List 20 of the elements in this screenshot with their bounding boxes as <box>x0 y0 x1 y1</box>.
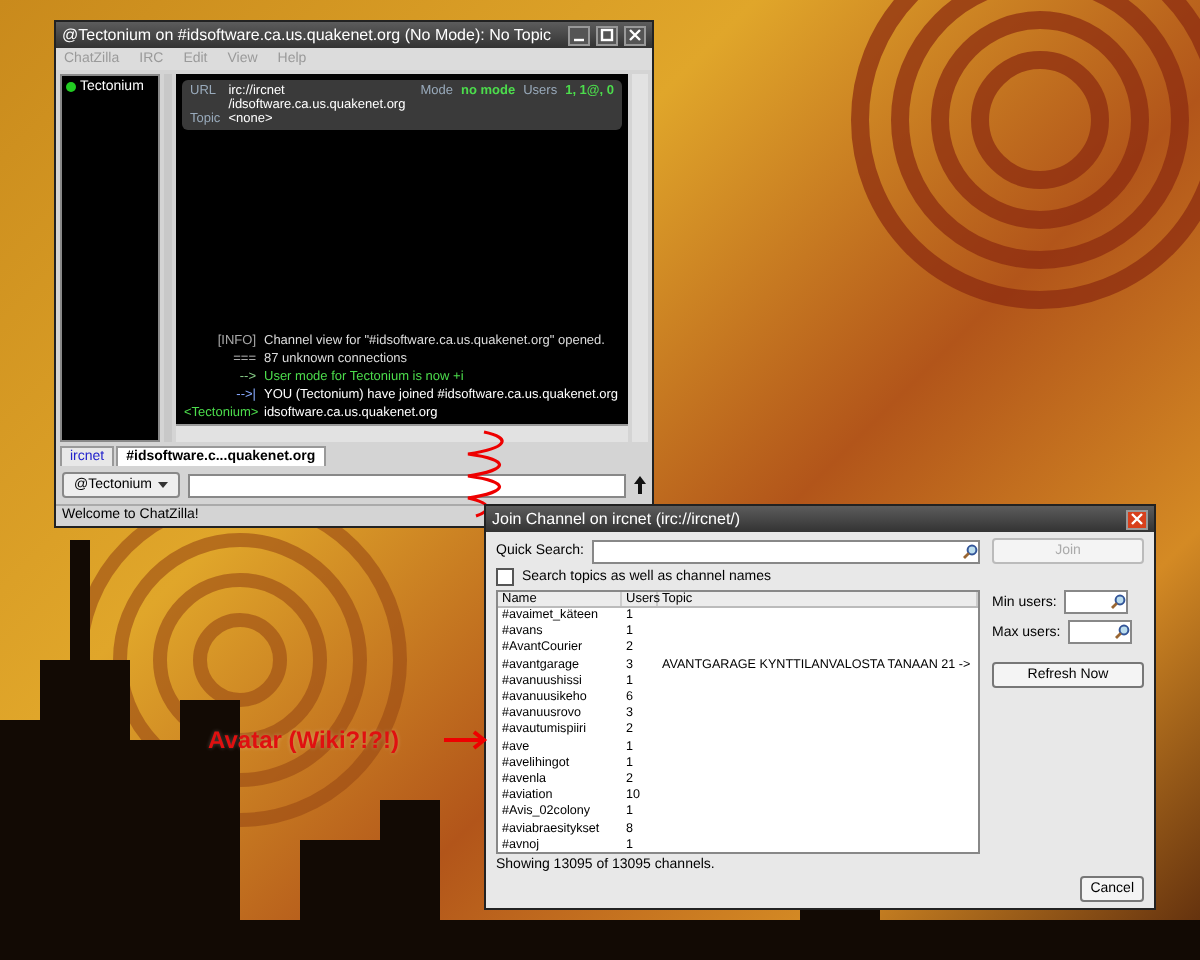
checkbox[interactable] <box>496 568 514 586</box>
max-users-field[interactable] <box>1068 620 1133 644</box>
min-users-field[interactable] <box>1064 590 1129 614</box>
minimize-button[interactable] <box>568 25 590 45</box>
arrow-icon <box>444 730 488 750</box>
search-icon <box>1114 624 1131 640</box>
close-icon <box>628 28 642 42</box>
search-icon <box>962 543 978 559</box>
close-icon <box>1130 512 1144 526</box>
close-button[interactable] <box>1126 509 1148 529</box>
horizontal-scrollbar[interactable] <box>176 424 628 442</box>
caret-icon <box>158 482 169 488</box>
message-input[interactable] <box>188 473 626 497</box>
maximize-button[interactable] <box>596 25 618 45</box>
close-button[interactable] <box>624 25 646 45</box>
quick-search-field[interactable] <box>591 539 980 563</box>
maximize-icon <box>600 28 614 42</box>
window-title: @Tectonium on #idsoftware.ca.us.quakenet.org (No Mode): No Topic <box>62 26 554 44</box>
up-arrow-icon[interactable] <box>634 476 646 494</box>
search-icon <box>1110 594 1127 610</box>
